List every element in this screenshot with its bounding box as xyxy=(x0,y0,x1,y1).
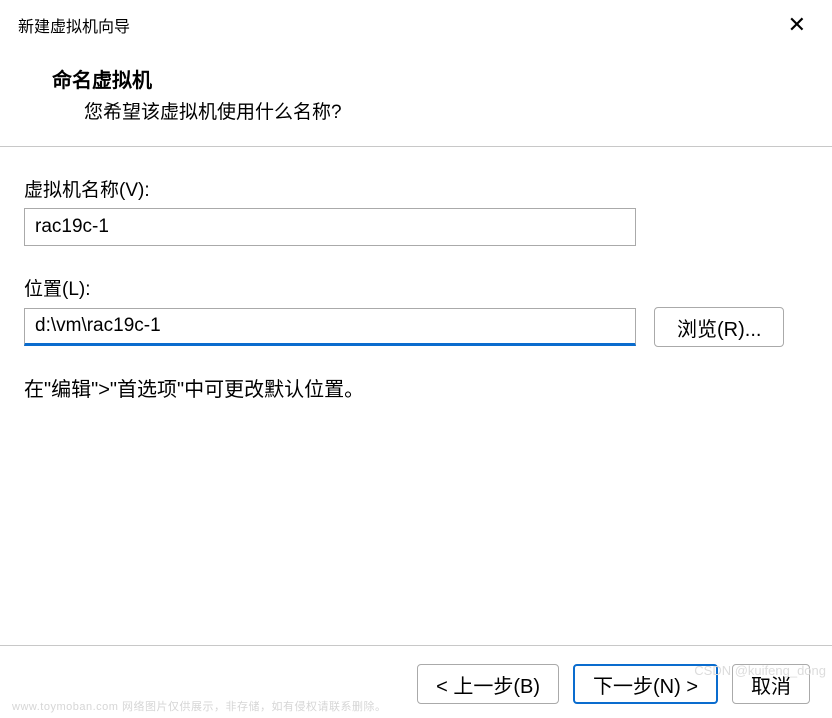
watermark-left: www.toymoban.com 网络图片仅供展示，非存储，如有侵权请联系删除。 xyxy=(12,698,386,714)
vm-name-label: 虚拟机名称(V): xyxy=(24,175,808,202)
window-title: 新建虚拟机向导 xyxy=(18,13,130,37)
location-label: 位置(L): xyxy=(24,274,808,301)
titlebar: 新建虚拟机向导 ✕ xyxy=(0,0,832,50)
page-subtitle: 您希望该虚拟机使用什么名称? xyxy=(52,97,832,124)
wizard-header: 命名虚拟机 您希望该虚拟机使用什么名称? xyxy=(0,50,832,147)
page-title: 命名虚拟机 xyxy=(52,64,832,93)
watermark-right: CSDN @kuifeng_dong xyxy=(694,663,826,678)
location-group: 位置(L): 浏览(R)... xyxy=(24,274,808,347)
hint-text: 在"编辑">"首选项"中可更改默认位置。 xyxy=(24,373,808,402)
location-row: 浏览(R)... xyxy=(24,307,808,347)
vm-name-group: 虚拟机名称(V): xyxy=(24,175,808,246)
vm-name-input[interactable] xyxy=(24,208,636,246)
back-button[interactable]: < 上一步(B) xyxy=(417,664,559,704)
browse-button[interactable]: 浏览(R)... xyxy=(654,307,784,347)
content-area: 虚拟机名称(V): 位置(L): 浏览(R)... 在"编辑">"首选项"中可更… xyxy=(0,147,832,402)
location-input[interactable] xyxy=(24,308,636,346)
close-icon[interactable]: ✕ xyxy=(780,10,814,40)
